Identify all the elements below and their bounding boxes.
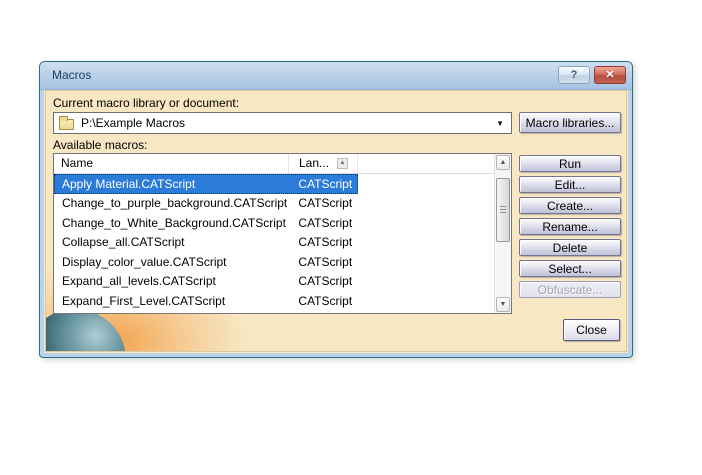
macro-row[interactable]: Expand_First_Level.CATScript CATScript bbox=[54, 291, 494, 311]
obfuscate-button: Obfuscate... bbox=[519, 281, 621, 298]
run-button[interactable]: Run bbox=[519, 155, 621, 172]
edit-button[interactable]: Edit... bbox=[519, 176, 621, 193]
macro-row[interactable]: Change_to_purple_background.CATScript CA… bbox=[54, 194, 494, 214]
macro-row[interactable]: Display_color_value.CATScript CATScript bbox=[54, 252, 494, 272]
macro-libraries-button[interactable]: Macro libraries... bbox=[519, 112, 621, 133]
select-button[interactable]: Select... bbox=[519, 260, 621, 277]
close-button[interactable]: Close bbox=[563, 319, 620, 341]
window-close-button[interactable]: ✕ bbox=[594, 66, 626, 84]
titlebar-buttons: ? ✕ bbox=[558, 66, 626, 84]
scrollbar-thumb[interactable] bbox=[496, 178, 510, 242]
macros-listbox[interactable]: Name Lan... ▲ Apply Material.CATScript C… bbox=[53, 153, 512, 314]
library-label: Current macro library or document: bbox=[53, 96, 240, 110]
close-icon: ✕ bbox=[605, 69, 615, 81]
row-highlight: Apply Material.CATScript CATScript bbox=[54, 174, 358, 194]
dialog-titlebar[interactable]: Macros ? ✕ bbox=[40, 62, 632, 90]
list-header: Name Lan... ▲ bbox=[54, 154, 494, 174]
dialog-title: Macros bbox=[52, 68, 92, 82]
dialog-content: Current macro library or document: P:\Ex… bbox=[45, 90, 627, 352]
scroll-up-button[interactable]: ▲ bbox=[496, 155, 510, 170]
help-button[interactable]: ? bbox=[558, 66, 590, 84]
scroll-down-button[interactable]: ▼ bbox=[496, 297, 510, 312]
scrollbar-grip bbox=[500, 206, 506, 214]
library-combobox[interactable]: P:\Example Macros ▼ bbox=[53, 112, 512, 134]
list-scrollbar[interactable]: ▲ ▼ bbox=[494, 154, 511, 313]
create-button[interactable]: Create... bbox=[519, 197, 621, 214]
chevron-down-icon[interactable]: ▼ bbox=[496, 119, 504, 128]
column-header-language[interactable]: Lan... ▲ bbox=[289, 154, 358, 173]
macro-row[interactable]: Change_to_White_Background.CATScript CAT… bbox=[54, 213, 494, 233]
available-macros-label: Available macros: bbox=[53, 138, 148, 152]
folder-icon bbox=[59, 115, 74, 130]
macro-rows: Apply Material.CATScript CATScript Chang… bbox=[54, 174, 494, 313]
column-header-language-label: Lan... bbox=[299, 156, 330, 170]
macro-row[interactable]: Expand_all_levels.CATScript CATScript bbox=[54, 272, 494, 292]
library-path-value: P:\Example Macros bbox=[81, 116, 186, 130]
delete-button[interactable]: Delete bbox=[519, 239, 621, 256]
column-header-name[interactable]: Name bbox=[54, 154, 289, 173]
macro-row[interactable]: Collapse_all.CATScript CATScript bbox=[54, 233, 494, 253]
macro-row[interactable]: Apply Material.CATScript CATScript bbox=[54, 174, 494, 194]
rename-button[interactable]: Rename... bbox=[519, 218, 621, 235]
catia-sphere-watermark bbox=[46, 309, 126, 351]
macros-dialog: Macros ? ✕ Current macro library or docu… bbox=[39, 61, 633, 358]
sort-icon[interactable]: ▲ bbox=[337, 158, 348, 169]
help-icon: ? bbox=[570, 69, 578, 81]
